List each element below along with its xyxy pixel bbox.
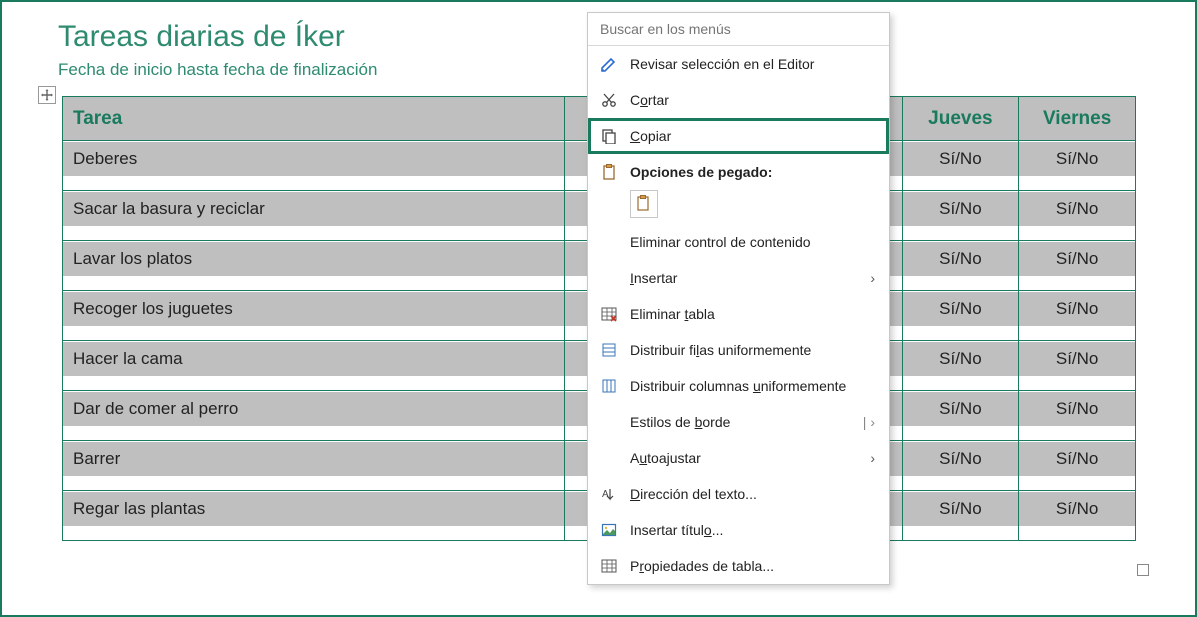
col-header-viernes[interactable]: Viernes [1019, 97, 1136, 141]
menu-label: Copiar [630, 128, 875, 144]
table-move-handle[interactable] [38, 86, 56, 104]
menu-review-editor[interactable]: Revisar selección en el Editor [588, 46, 889, 82]
text-direction-icon: A [598, 484, 620, 504]
svg-text:A: A [602, 489, 609, 500]
table-properties-icon [598, 556, 620, 576]
chevron-right-icon: › [859, 450, 875, 466]
menu-label: Opciones de pegado: [630, 164, 875, 180]
table-resize-handle[interactable] [1137, 564, 1149, 576]
copy-icon [598, 126, 620, 146]
value-cell[interactable]: Sí/No [1019, 142, 1135, 176]
menu-paste-options-label: Opciones de pegado: [588, 154, 889, 190]
menu-search-input[interactable] [588, 13, 889, 46]
value-cell[interactable]: Sí/No [1019, 242, 1135, 276]
value-cell[interactable]: Sí/No [903, 392, 1019, 426]
menu-insert-caption[interactable]: Insertar título... [588, 512, 889, 548]
value-cell[interactable]: Sí/No [1019, 442, 1135, 476]
col-header-task[interactable]: Tarea [63, 97, 565, 141]
menu-label: Autoajustar [630, 450, 859, 466]
separator-icon: | › [853, 414, 875, 430]
task-cell[interactable]: Barrer [63, 442, 564, 476]
menu-label: Dirección del texto... [630, 486, 875, 502]
value-cell[interactable]: Sí/No [1019, 492, 1135, 526]
context-menu: Revisar selección en el Editor Cortar Co… [587, 12, 890, 585]
scissors-icon [598, 90, 620, 110]
distribute-cols-icon [598, 376, 620, 396]
value-cell[interactable]: Sí/No [903, 192, 1019, 226]
paste-option-default[interactable] [630, 190, 658, 218]
menu-delete-table[interactable]: Eliminar tabla [588, 296, 889, 332]
menu-label: Propiedades de tabla... [630, 558, 875, 574]
menu-copy[interactable]: Copiar [588, 118, 889, 154]
task-cell[interactable]: Dar de comer al perro [63, 392, 564, 426]
menu-label: Cortar [630, 92, 875, 108]
menu-label: Distribuir columnas uniformemente [630, 378, 875, 394]
table-delete-icon [598, 304, 620, 324]
menu-label: Eliminar control de contenido [630, 234, 875, 250]
menu-label: Revisar selección en el Editor [630, 56, 875, 72]
menu-autofit[interactable]: Autoajustar › [588, 440, 889, 476]
task-cell[interactable]: Recoger los juguetes [63, 292, 564, 326]
menu-border-styles[interactable]: Estilos de borde | › [588, 404, 889, 440]
task-cell[interactable]: Deberes [63, 142, 564, 176]
menu-table-properties[interactable]: Propiedades de tabla... [588, 548, 889, 584]
chevron-right-icon: › [859, 270, 875, 286]
value-cell[interactable]: Sí/No [1019, 392, 1135, 426]
menu-label: Estilos de borde [630, 414, 853, 430]
menu-insert[interactable]: Insertar › [588, 260, 889, 296]
task-cell[interactable]: Lavar los platos [63, 242, 564, 276]
menu-distribute-cols[interactable]: Distribuir columnas uniformemente [588, 368, 889, 404]
menu-label: Insertar [630, 270, 859, 286]
col-header-jueves[interactable]: Jueves [902, 97, 1019, 141]
menu-delete-content-control[interactable]: Eliminar control de contenido [588, 224, 889, 260]
task-cell[interactable]: Hacer la cama [63, 342, 564, 376]
task-cell[interactable]: Sacar la basura y reciclar [63, 192, 564, 226]
pen-icon [598, 54, 620, 74]
task-cell[interactable]: Regar las plantas [63, 492, 564, 526]
menu-label: Insertar título... [630, 522, 875, 538]
value-cell[interactable]: Sí/No [903, 142, 1019, 176]
menu-distribute-rows[interactable]: Distribuir filas uniformemente [588, 332, 889, 368]
clipboard-icon [598, 162, 620, 182]
picture-icon [598, 520, 620, 540]
menu-label: Eliminar tabla [630, 306, 875, 322]
menu-label: Distribuir filas uniformemente [630, 342, 875, 358]
value-cell[interactable]: Sí/No [903, 442, 1019, 476]
menu-text-direction[interactable]: A Dirección del texto... [588, 476, 889, 512]
menu-cut[interactable]: Cortar [588, 82, 889, 118]
value-cell[interactable]: Sí/No [1019, 292, 1135, 326]
value-cell[interactable]: Sí/No [903, 492, 1019, 526]
value-cell[interactable]: Sí/No [903, 242, 1019, 276]
value-cell[interactable]: Sí/No [1019, 192, 1135, 226]
value-cell[interactable]: Sí/No [1019, 342, 1135, 376]
value-cell[interactable]: Sí/No [903, 342, 1019, 376]
value-cell[interactable]: Sí/No [903, 292, 1019, 326]
distribute-rows-icon [598, 340, 620, 360]
